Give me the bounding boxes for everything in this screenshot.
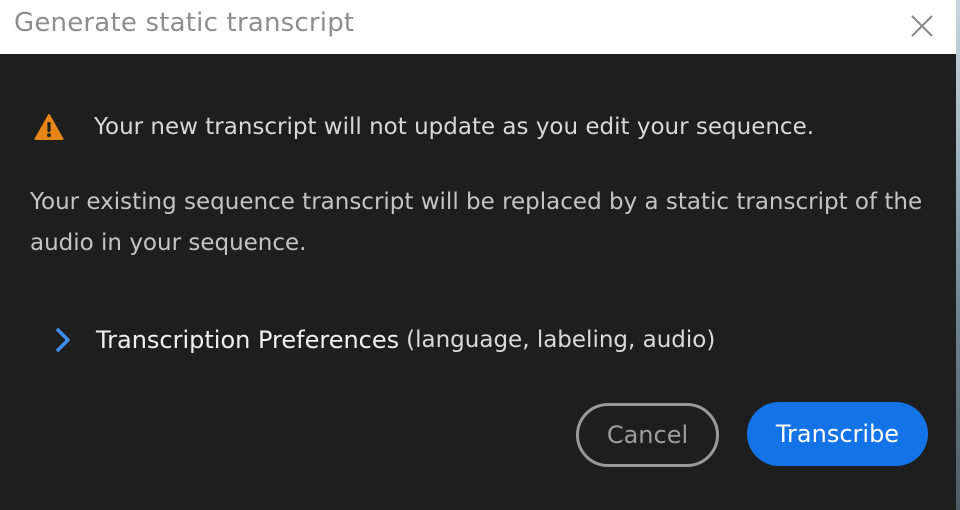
- background-edge: [956, 0, 960, 510]
- cancel-button[interactable]: Cancel: [576, 403, 719, 467]
- dialog-titlebar: Generate static transcript: [0, 0, 956, 54]
- description-text: Your existing sequence transcript will b…: [30, 189, 923, 256]
- close-button[interactable]: [906, 10, 938, 42]
- transcription-preferences-toggle[interactable]: Transcription Preferences (language, lab…: [52, 320, 715, 360]
- transcribe-button[interactable]: Transcribe: [747, 402, 928, 466]
- dialog-title: Generate static transcript: [14, 8, 355, 38]
- chevron-right-icon: [56, 328, 70, 352]
- dialog-body: Your new transcript will not update as y…: [0, 54, 956, 510]
- warning-icon: [34, 114, 64, 140]
- preferences-title: Transcription Preferences: [96, 326, 400, 354]
- preferences-subtitle: (language, labeling, audio): [406, 327, 716, 353]
- warning-text: Your new transcript will not update as y…: [94, 114, 815, 140]
- warning-row: Your new transcript will not update as y…: [34, 112, 814, 142]
- close-icon: [911, 15, 933, 37]
